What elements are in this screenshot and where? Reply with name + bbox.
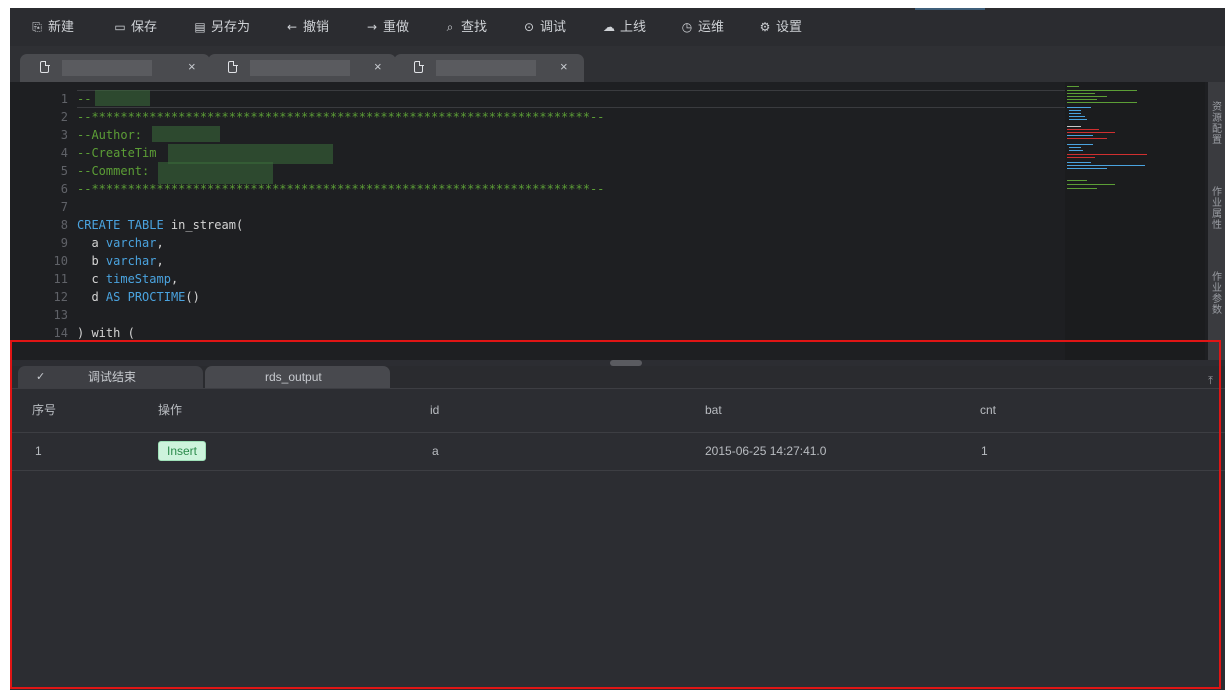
settings-button[interactable]: ⚙ 设置 — [758, 8, 802, 46]
side-tab-resource-config[interactable]: 资源配置 — [1212, 102, 1222, 146]
code-line-12: d AS PROCTIME() — [77, 290, 200, 304]
file-tab-3[interactable]: × — [394, 54, 584, 82]
line-number: 10 — [53, 254, 68, 268]
undo-icon: ← — [286, 20, 298, 34]
close-icon[interactable]: × — [374, 59, 382, 74]
redaction-blur — [95, 90, 150, 106]
cell-bat: 2015-06-25 14:27:41.0 — [705, 444, 827, 458]
search-button[interactable]: ⌕ 查找 — [443, 8, 487, 46]
column-header-cnt: cnt — [980, 403, 997, 417]
file-tab-bar: × × × — [10, 46, 1225, 82]
undo-button[interactable]: ← 撤销 — [285, 8, 329, 46]
results-tab-bar: ✓ 调试结束 rds_output ⤒ — [10, 366, 1225, 389]
search-icon: ⌕ — [446, 20, 454, 34]
file-tab-1[interactable]: × — [20, 54, 210, 82]
debug-results-panel: ✓ 调试结束 rds_output ⤒ 序号 操作 id bat cnt 1 I… — [10, 360, 1225, 690]
line-number: 1 — [60, 92, 68, 106]
table-header: 序号 操作 id bat cnt — [10, 389, 1225, 433]
save-as-icon: ▤ — [194, 20, 206, 34]
ops-button[interactable]: ◷ 运维 — [680, 8, 724, 46]
redaction-blur — [152, 126, 220, 142]
redo-button[interactable]: → 重做 — [365, 8, 409, 46]
redaction-blur — [168, 144, 333, 164]
cell-operation: Insert — [158, 433, 207, 470]
table-row[interactable]: 1 Insert a 2015-06-25 14:27:41.0 1 — [10, 433, 1225, 471]
column-header-id: id — [430, 403, 440, 417]
code-line-5: --Comment: — [77, 164, 150, 178]
cell-index: 1 — [35, 444, 42, 458]
upload-icon[interactable]: ⤒ — [1208, 374, 1213, 388]
cell-cnt: 1 — [981, 444, 988, 458]
code-line-1: -- — [77, 92, 92, 106]
sql-editor-app: ⎘ 新建 ▭ 保存 ▤ 另存为 ← 撤销 → 重做 ⌕ 查找 ⊙ 调试 ☁ 上线 ◷ 运维 ⚙ 设置… — [10, 8, 1225, 690]
save-icon: ▭ — [114, 20, 126, 34]
cell-id: a — [432, 444, 439, 458]
file-icon — [414, 60, 424, 73]
line-number-gutter: 1 2 3 4 5 6 7 8 9 10 11 12 13 14 — [10, 82, 68, 360]
tab-label: rds_output — [265, 370, 322, 384]
line-number: 8 — [60, 218, 68, 232]
code-line-11: c timeStamp, — [77, 272, 179, 286]
code-line-3: --Author: — [77, 128, 143, 142]
line-number: 3 — [60, 128, 68, 142]
line-number: 4 — [60, 146, 68, 160]
toolbar: ⎘ 新建 ▭ 保存 ▤ 另存为 ← 撤销 → 重做 ⌕ 查找 ⊙ 调试 ☁ 上线 ◷ 运维 ⚙ 设置 — [10, 8, 1225, 46]
new-file-icon: ⎘ — [32, 20, 42, 34]
side-tab-job-properties[interactable]: 作业属性 — [1212, 187, 1222, 231]
column-header-bat: bat — [705, 403, 722, 417]
publish-icon: ☁ — [603, 20, 615, 34]
right-side-panel: 资源配置 作业属性 作业参数 — [1208, 82, 1225, 360]
accent-strip — [915, 8, 985, 10]
redo-icon: → — [366, 20, 378, 34]
file-tab-name-redacted — [62, 60, 152, 76]
line-number: 9 — [60, 236, 68, 250]
debug-icon: ⊙ — [523, 20, 535, 34]
insert-badge: Insert — [158, 441, 207, 461]
code-line-4: --CreateTim — [77, 146, 157, 160]
line-number: 11 — [53, 272, 68, 286]
file-icon — [228, 60, 238, 73]
tab-rds-output[interactable]: rds_output — [205, 366, 390, 388]
file-tab-name-redacted — [250, 60, 350, 76]
line-number: 14 — [53, 326, 68, 340]
code-line-10: b varchar, — [77, 254, 164, 268]
line-number: 12 — [53, 290, 68, 304]
save-as-button[interactable]: ▤ 另存为 — [193, 8, 250, 46]
tab-debug-finished[interactable]: ✓ 调试结束 — [18, 366, 203, 388]
column-header-index: 序号 — [32, 403, 57, 417]
current-line-highlight — [77, 90, 1077, 108]
code-editor[interactable]: 1 2 3 4 5 6 7 8 9 10 11 12 13 14 -- --**… — [10, 82, 1208, 360]
ops-icon: ◷ — [681, 20, 693, 34]
close-icon[interactable]: × — [188, 59, 196, 74]
line-number: 7 — [60, 200, 68, 214]
save-button[interactable]: ▭ 保存 — [113, 8, 157, 46]
column-header-operation: 操作 — [158, 403, 183, 417]
close-icon[interactable]: × — [560, 59, 568, 74]
publish-button[interactable]: ☁ 上线 — [602, 8, 646, 46]
code-line-2: --**************************************… — [77, 110, 605, 124]
code-line-9: a varchar, — [77, 236, 164, 250]
file-icon — [40, 60, 50, 73]
file-tab-name-redacted — [436, 60, 536, 76]
line-number: 2 — [60, 110, 68, 124]
tab-label: 调试结束 — [88, 370, 137, 384]
settings-icon: ⚙ — [759, 20, 771, 34]
line-number: 5 — [60, 164, 68, 178]
code-line-14: ) with ( — [77, 326, 135, 340]
code-line-8: CREATE TABLE in_stream( — [77, 218, 244, 232]
code-line-6: --**************************************… — [77, 182, 605, 196]
line-number: 13 — [53, 308, 68, 322]
code-minimap[interactable] — [1065, 82, 1205, 360]
file-tab-2[interactable]: × — [208, 54, 396, 82]
debug-button[interactable]: ⊙ 调试 — [522, 8, 566, 46]
check-icon: ✓ — [36, 370, 46, 383]
side-tab-job-params[interactable]: 作业参数 — [1212, 272, 1222, 316]
new-button[interactable]: ⎘ 新建 — [30, 8, 74, 46]
redaction-blur — [158, 162, 273, 184]
line-number: 6 — [60, 182, 68, 196]
